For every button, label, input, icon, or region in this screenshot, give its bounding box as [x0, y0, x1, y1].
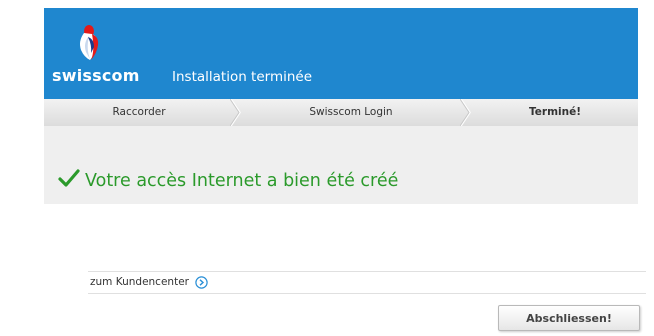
progress-steps: Raccorder Swisscom Login Terminé!: [44, 99, 638, 127]
confirmation-panel: [44, 126, 638, 204]
brand-name: swisscom: [52, 66, 140, 85]
header-bar: swisscom Installation terminée: [44, 8, 638, 99]
finish-button[interactable]: Abschliessen!: [498, 305, 640, 331]
page-title: Installation terminée: [172, 69, 313, 85]
step-finished: Terminé!: [529, 106, 581, 118]
step-connect: Raccorder: [112, 106, 166, 118]
circle-chevron-right-icon[interactable]: [195, 276, 208, 289]
customer-center-link[interactable]: zum Kundencenter: [90, 276, 189, 288]
step-swisscom-login: Swisscom Login: [309, 106, 393, 118]
step-separator-icon: [460, 99, 471, 126]
swisscom-logo-icon: [80, 25, 99, 60]
checkmark-icon: [58, 169, 80, 187]
confirmation-message: Votre accès Internet a bien été créé: [85, 171, 399, 191]
customer-center-row: zum Kundencenter: [88, 271, 646, 294]
